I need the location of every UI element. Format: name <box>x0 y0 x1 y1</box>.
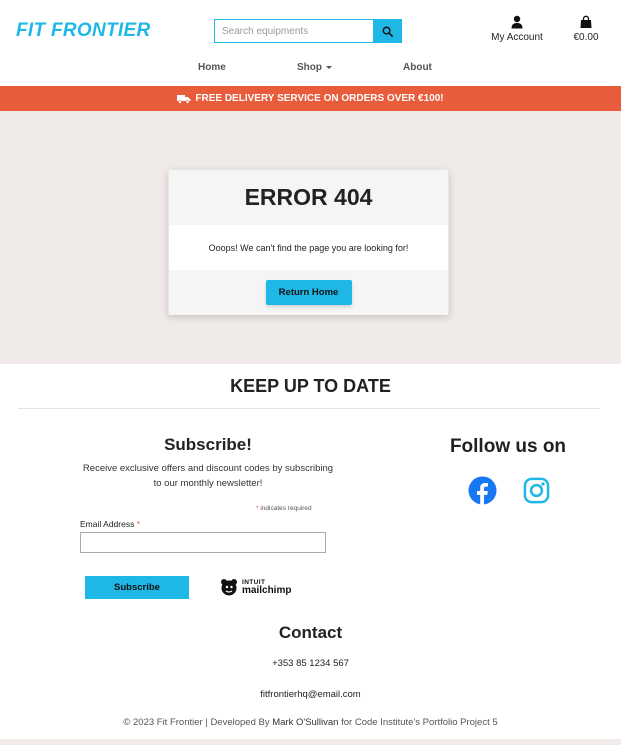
subscribe-title: Subscribe! <box>164 435 252 454</box>
banner-text: FREE DELIVERY SERVICE ON ORDERS OVER €10… <box>195 93 444 104</box>
instagram-icon[interactable] <box>523 477 550 504</box>
caret-down-icon <box>326 65 332 69</box>
search-input[interactable]: Search equipments <box>214 19 373 43</box>
site-footer: KEEP UP TO DATE Subscribe! Receive exclu… <box>0 364 621 745</box>
required-note-text: indicates required <box>258 505 312 512</box>
main-content: ERROR 404 Ooops! We can't find the page … <box>0 111 621 364</box>
nav-about[interactable]: About <box>403 62 432 73</box>
facebook-icon[interactable] <box>468 476 497 505</box>
email-label-text: Email Address <box>80 519 137 529</box>
nav-home[interactable]: Home <box>198 62 226 73</box>
copyright-suffix: for Code Institute's Portfolio Project 5 <box>338 717 498 728</box>
contact-title: Contact <box>278 623 343 642</box>
search-icon <box>382 26 393 37</box>
error-message: Ooops! We can't find the page you are lo… <box>208 242 409 253</box>
subscribe-button[interactable]: Subscribe <box>85 576 189 599</box>
truck-icon <box>177 94 191 104</box>
site-logo[interactable]: FIT FRONTIER <box>16 20 150 42</box>
return-home-button[interactable]: Return Home <box>265 280 352 305</box>
mailchimp-logo-icon <box>221 579 237 596</box>
my-account-label: My Account <box>491 32 543 43</box>
mailchimp-badge[interactable]: INTUIT mailchimp <box>219 576 291 598</box>
my-account-link[interactable]: My Account <box>486 15 548 43</box>
user-icon <box>511 15 523 29</box>
copyright: © 2023 Fit Frontier | Developed By Mark … <box>0 717 621 728</box>
footer-heading: KEEP UP TO DATE <box>230 376 391 396</box>
mailchimp-name: mailchimp <box>242 585 292 596</box>
required-note: * indicates required <box>256 505 312 512</box>
cart-link[interactable]: €0.00 <box>566 15 606 43</box>
mailchimp-text: INTUIT mailchimp <box>242 579 292 596</box>
email-required-star: * <box>136 519 141 529</box>
bottom-bar <box>0 739 621 745</box>
site-header: FIT FRONTIER Search equipments My Accoun… <box>0 0 621 86</box>
follow-title: Follow us on <box>449 436 567 457</box>
main-nav: Home Shop About <box>0 62 621 76</box>
search-button[interactable] <box>373 19 402 43</box>
subscribe-text-line2: to our monthly newsletter! <box>153 478 263 489</box>
copyright-prefix: © 2023 Fit Frontier | Developed By <box>123 717 273 728</box>
nav-shop-label: Shop <box>297 62 322 73</box>
subscribe-description: Receive exclusive offers and discount co… <box>66 461 350 491</box>
error-card-footer: Return Home <box>169 270 448 315</box>
error-card: ERROR 404 Ooops! We can't find the page … <box>168 169 449 315</box>
footer-divider <box>18 408 600 409</box>
email-field[interactable] <box>80 532 326 553</box>
cart-total: €0.00 <box>573 32 599 43</box>
search-bar: Search equipments <box>214 19 402 43</box>
nav-shop-dropdown[interactable]: Shop <box>297 62 332 73</box>
contact-phone: +353 85 1234 567 <box>272 658 349 669</box>
error-title: ERROR 404 <box>169 170 448 225</box>
shopping-bag-icon <box>580 15 592 28</box>
contact-email[interactable]: fitfrontierhq@email.com <box>0 689 621 700</box>
delivery-banner: FREE DELIVERY SERVICE ON ORDERS OVER €10… <box>0 86 621 111</box>
email-label: Email Address * <box>80 519 140 529</box>
developer-link[interactable]: Mark O'Sullivan <box>272 717 338 728</box>
subscribe-text-line1: Receive exclusive offers and discount co… <box>82 463 334 474</box>
